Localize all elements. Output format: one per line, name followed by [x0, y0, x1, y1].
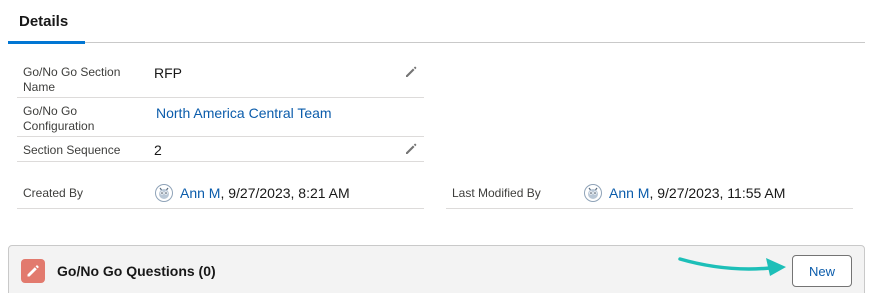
configuration-link[interactable]: North America Central Team [156, 104, 332, 122]
field-label-section-name: Go/No Go Section Name [23, 65, 121, 94]
field-row-configuration: Go/No Go Configuration North America Cen… [17, 99, 424, 137]
edit-section-name-button[interactable] [403, 64, 419, 80]
related-list-card: Go/No Go Questions (0) New [8, 245, 865, 293]
last-modified-by-value: Ann M, 9/27/2023, 11:55 AM [609, 184, 785, 202]
edit-section-sequence-button[interactable] [403, 141, 419, 157]
pencil-icon [406, 143, 417, 154]
tab-bar: Details [8, 0, 865, 44]
field-label-configuration: Go/No Go Configuration [23, 104, 95, 133]
tab-details[interactable]: Details [8, 0, 85, 44]
related-list-title[interactable]: Go/No Go Questions (0) [57, 263, 216, 279]
last-modified-date: , 9/27/2023, 11:55 AM [649, 185, 786, 201]
created-by-value: Ann M, 9/27/2023, 8:21 AM [180, 184, 350, 202]
field-row-section-name: Go/No Go Section Name RFP [17, 60, 424, 98]
tab-active-indicator [8, 41, 85, 44]
tab-details-label: Details [19, 13, 69, 30]
new-button[interactable]: New [792, 255, 852, 287]
field-row-last-modified-by: Last Modified By Ann M, 9/27/2023, 11:55… [446, 176, 853, 209]
field-value-section-sequence: 2 [154, 142, 162, 158]
field-row-section-sequence: Section Sequence 2 [17, 138, 424, 162]
field-value-section-name: RFP [154, 65, 182, 81]
field-label-last-modified-by: Last Modified By [452, 186, 541, 200]
pencil-icon [27, 265, 39, 277]
avatar-icon [155, 184, 173, 202]
field-row-created-by: Created By Ann M, 9/27/2023, 8:21 AM [17, 176, 424, 209]
field-label-created-by: Created By [23, 186, 84, 200]
pencil-icon [406, 66, 417, 77]
created-date: , 9/27/2023, 8:21 AM [220, 185, 350, 201]
avatar-icon [584, 184, 602, 202]
related-list-icon [21, 259, 45, 283]
last-modified-by-user-link[interactable]: Ann M [609, 185, 649, 201]
field-label-section-sequence: Section Sequence [23, 143, 121, 157]
created-by-user-link[interactable]: Ann M [180, 185, 220, 201]
